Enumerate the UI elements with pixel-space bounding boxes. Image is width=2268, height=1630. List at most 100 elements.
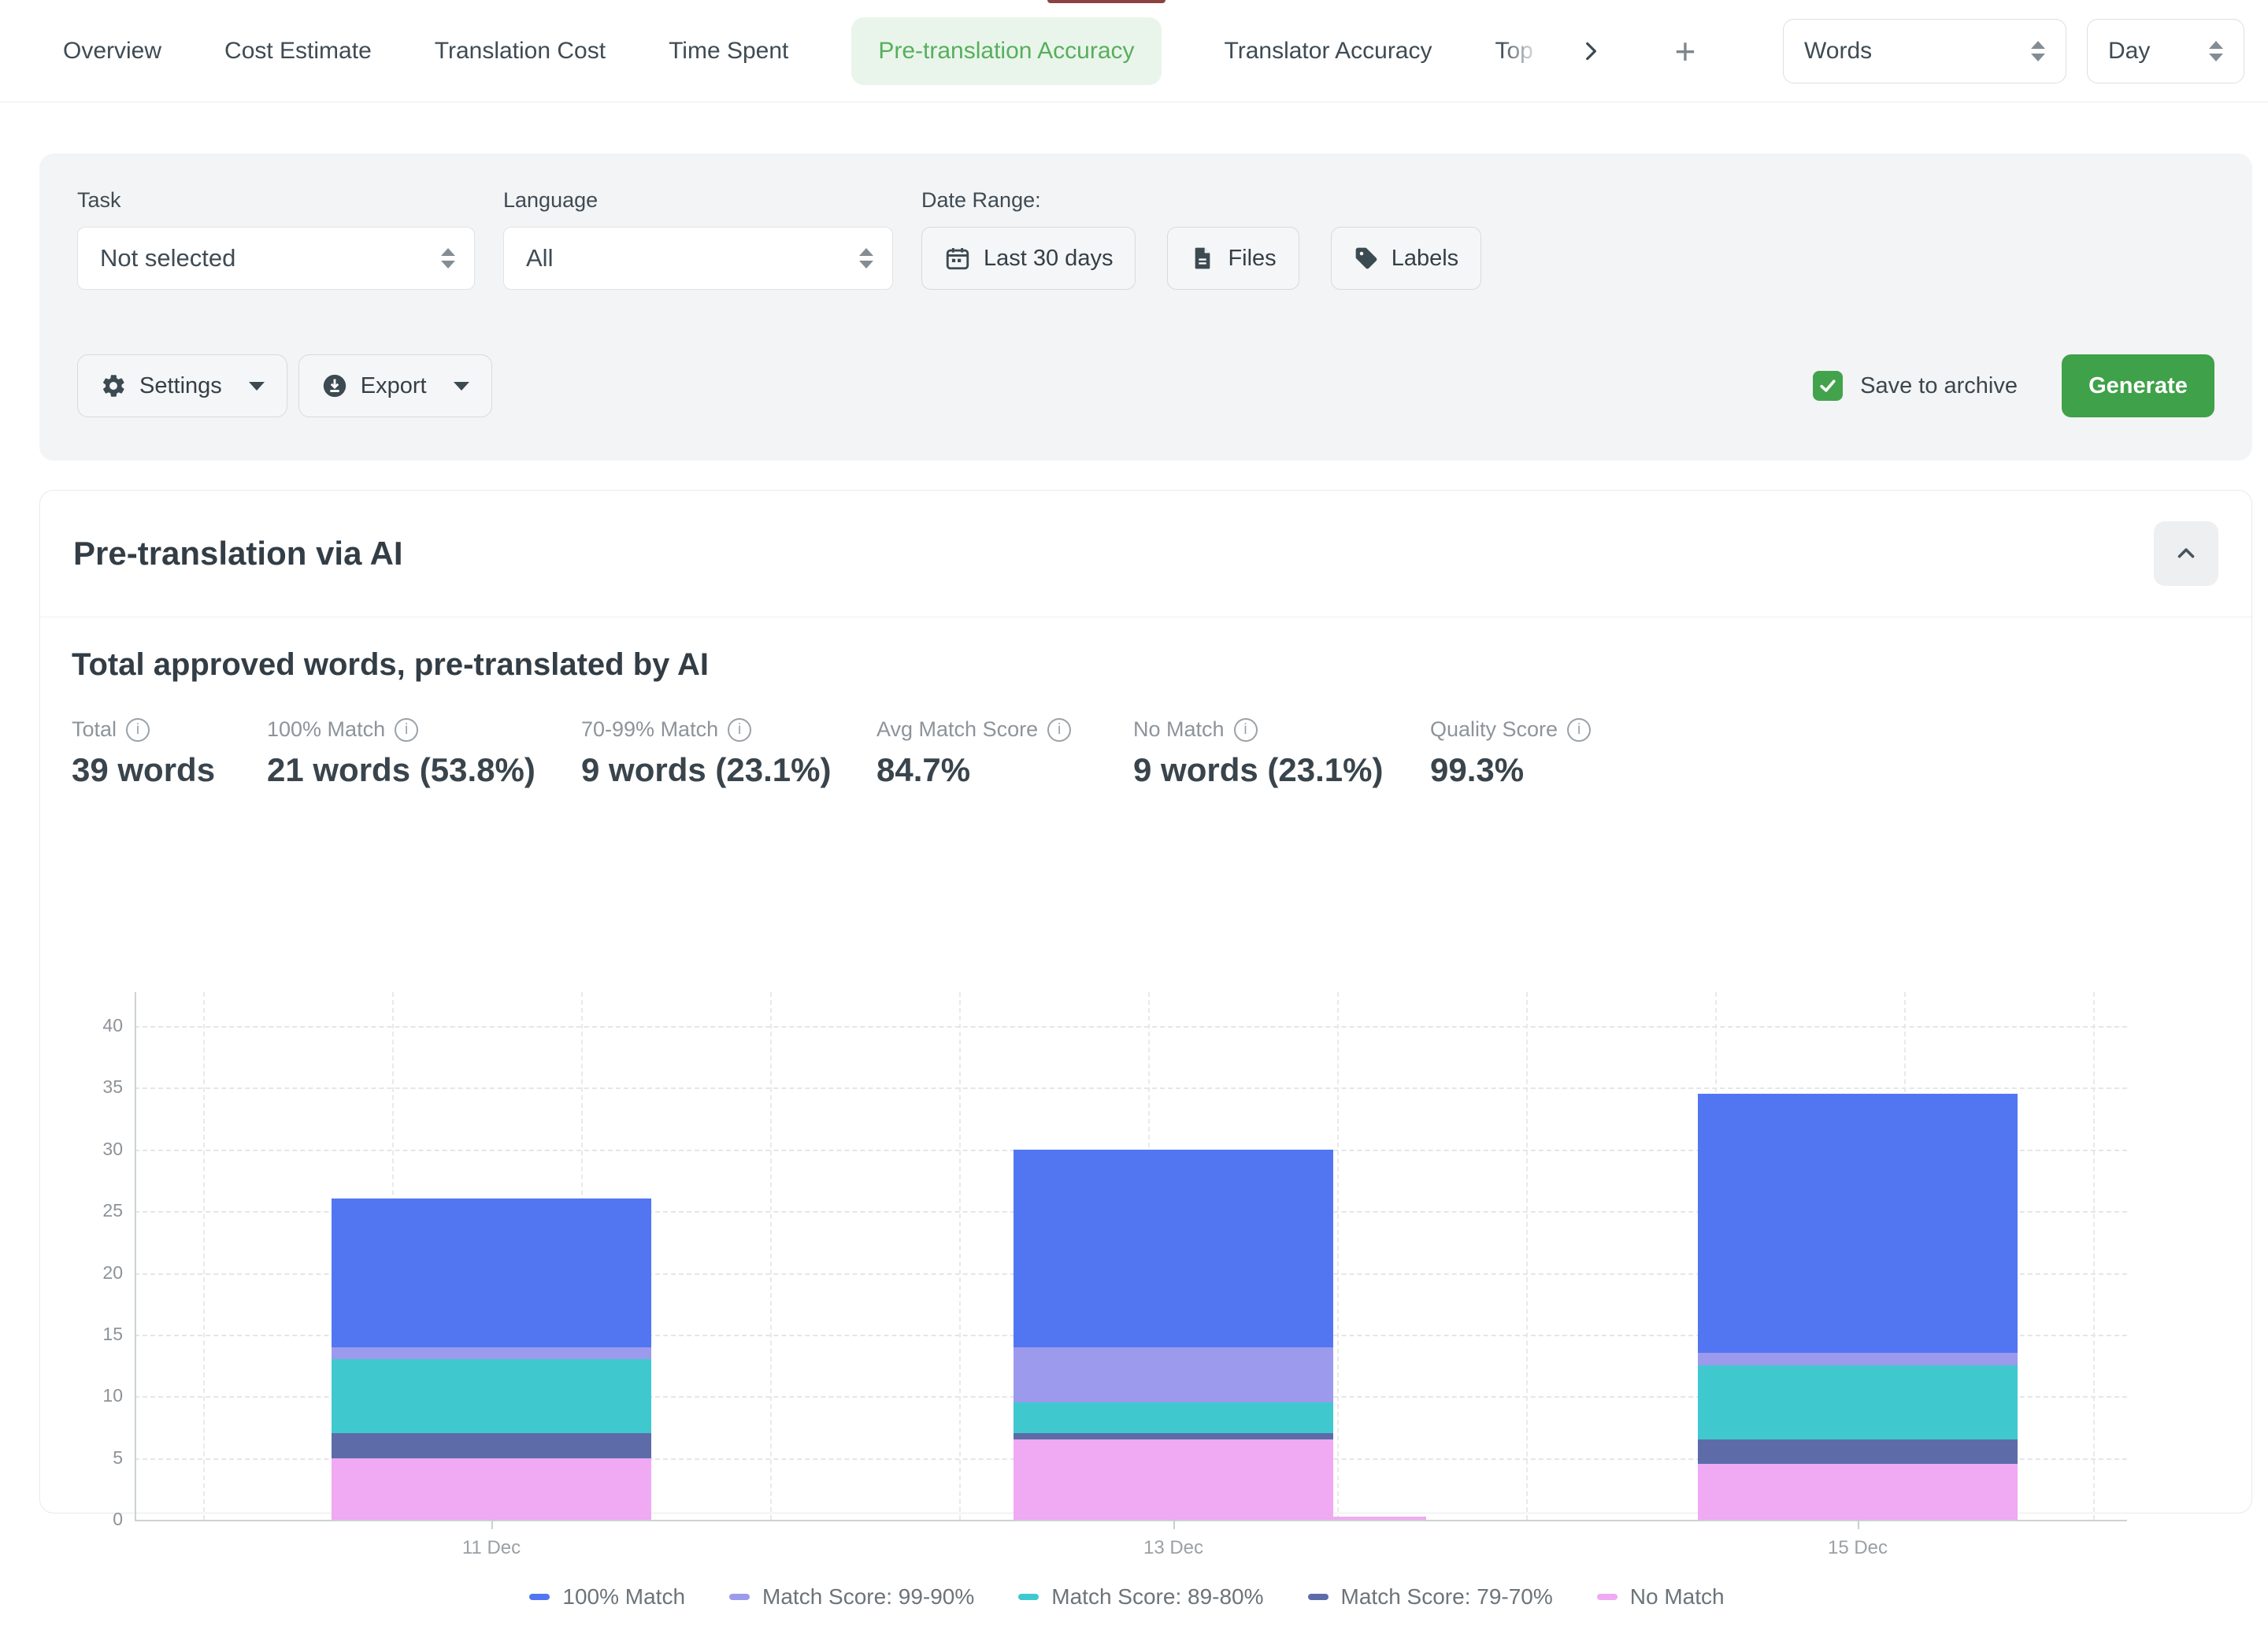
legend-label: Match Score: 79-70%: [1341, 1584, 1553, 1610]
add-tab-button[interactable]: +: [1675, 33, 1696, 69]
language-filter-group: Language All: [503, 188, 893, 290]
stat-value: 9 words (23.1%): [1133, 751, 1383, 789]
task-label: Task: [77, 188, 475, 213]
card-header: Pre-translation via AI: [40, 491, 2251, 617]
stat-value: 99.3%: [1430, 751, 1591, 789]
task-select-value: Not selected: [100, 244, 235, 272]
stat-label: 100% Matchi: [267, 717, 536, 742]
legend-item-match-score-89-80-[interactable]: Match Score: 89-80%: [1018, 1584, 1263, 1610]
info-icon[interactable]: i: [1567, 718, 1591, 742]
caret-down-icon: [249, 382, 265, 391]
legend-marker-icon: [1308, 1594, 1329, 1600]
bar-segment-100-match[interactable]: [332, 1198, 651, 1347]
stat-avg-match-score: Avg Match Scorei84.7%: [876, 717, 1071, 789]
unit-select[interactable]: Words: [1783, 19, 2066, 83]
legend-item-match-score-79-70-[interactable]: Match Score: 79-70%: [1308, 1584, 1553, 1610]
bar-segment-match-score-89-80-[interactable]: [1014, 1402, 1333, 1433]
bar-segment-no-match[interactable]: [1698, 1464, 2018, 1520]
files-button[interactable]: Files: [1167, 227, 1299, 290]
unit-select-value: Words: [1804, 38, 1872, 65]
files-button-label: Files: [1228, 246, 1276, 272]
collapse-button[interactable]: [2154, 521, 2218, 586]
settings-button-label: Settings: [139, 373, 222, 399]
top-tab-bar: Overview Cost Estimate Translation Cost Tim…: [0, 0, 2268, 102]
info-icon[interactable]: i: [395, 718, 418, 742]
language-select-value: All: [526, 244, 553, 272]
info-icon[interactable]: i: [728, 718, 751, 742]
save-to-archive-checkbox[interactable]: [1813, 371, 1843, 401]
tab-cost-estimate[interactable]: Cost Estimate: [224, 38, 372, 65]
legend-marker-icon: [1018, 1594, 1039, 1600]
stat-value: 9 words (23.1%): [581, 751, 831, 789]
bar-segment-match-score-89-80-[interactable]: [1698, 1365, 2018, 1439]
legend-label: 100% Match: [562, 1584, 685, 1610]
legend-item-match-score-99-90-[interactable]: Match Score: 99-90%: [729, 1584, 974, 1610]
legend-item-100-match[interactable]: 100% Match: [529, 1584, 685, 1610]
tab-translator-accuracy[interactable]: Translator Accuracy: [1225, 38, 1432, 65]
select-arrows-icon: [2209, 41, 2223, 61]
stat-label: Quality Scorei: [1430, 717, 1591, 742]
y-axis-line: [135, 992, 136, 1520]
bar-segment-match-score-99-90-[interactable]: [1014, 1347, 1333, 1403]
settings-button[interactable]: Settings: [77, 354, 287, 417]
bar-segment-no-match[interactable]: [332, 1458, 651, 1520]
bar-segment-100-match[interactable]: [1698, 1094, 2018, 1353]
tab-top[interactable]: Top: [1495, 38, 1544, 65]
period-select[interactable]: Day: [2087, 19, 2244, 83]
gridline-horizontal: [135, 1026, 2127, 1028]
tabs-overflow-chevron[interactable]: [1579, 39, 1603, 63]
stat-value: 39 words: [72, 751, 215, 789]
legend-item-no-match[interactable]: No Match: [1597, 1584, 1725, 1610]
tab-time-spent[interactable]: Time Spent: [669, 38, 788, 65]
generate-button[interactable]: Generate: [2062, 354, 2214, 417]
y-axis-tick-label: 0: [56, 1509, 123, 1530]
info-icon[interactable]: i: [1047, 718, 1071, 742]
tab-translation-cost[interactable]: Translation Cost: [435, 38, 606, 65]
legend-marker-icon: [529, 1594, 550, 1600]
tab-overview[interactable]: Overview: [63, 38, 161, 65]
bar-segment-match-score-89-80-[interactable]: [332, 1359, 651, 1433]
bar-segment-100-match[interactable]: [1014, 1150, 1333, 1347]
save-to-archive-label: Save to archive: [1860, 373, 2018, 399]
date-range-value: Last 30 days: [984, 246, 1113, 272]
top-edge-artifact: [1047, 0, 1166, 3]
gridline-vertical: [770, 992, 772, 1520]
report-tabs: Overview Cost Estimate Translation Cost Tim…: [63, 17, 1544, 85]
bar-segment-match-score-79-70-[interactable]: [332, 1433, 651, 1458]
language-label: Language: [503, 188, 893, 213]
task-select[interactable]: Not selected: [77, 227, 475, 290]
legend-label: Match Score: 89-80%: [1051, 1584, 1263, 1610]
legend-marker-icon: [1597, 1594, 1618, 1600]
stat-label: No Matchi: [1133, 717, 1383, 742]
bar-segment-no-match[interactable]: [1014, 1439, 1333, 1520]
legend-label: Match Score: 99-90%: [762, 1584, 974, 1610]
section-heading: Total approved words, pre-translated by …: [72, 647, 2220, 683]
bar-segment-match-score-99-90-[interactable]: [332, 1347, 651, 1360]
legend-label: No Match: [1630, 1584, 1725, 1610]
select-arrows-icon: [859, 248, 873, 269]
y-axis-tick-label: 25: [56, 1200, 123, 1221]
bar-segment-match-score-99-90-[interactable]: [1698, 1353, 2018, 1365]
file-icon: [1190, 246, 1215, 271]
y-axis-tick-label: 10: [56, 1385, 123, 1406]
language-select[interactable]: All: [503, 227, 893, 290]
download-icon: [321, 372, 348, 399]
bar-segment-match-score-79-70-[interactable]: [1698, 1439, 2018, 1464]
labels-button[interactable]: Labels: [1331, 227, 1481, 290]
bar-segment-match-score-79-70-[interactable]: [1014, 1433, 1333, 1439]
info-icon[interactable]: i: [126, 718, 150, 742]
stat-label: 70-99% Matchi: [581, 717, 831, 742]
date-range-group: Date Range: Last 30 days: [921, 188, 1481, 290]
tab-pre-translation-accuracy[interactable]: Pre-translation Accuracy: [851, 17, 1161, 85]
caret-down-icon: [454, 382, 469, 391]
gridline-vertical: [2093, 992, 2095, 1520]
pre-translation-card: Pre-translation via AI Total approved wo…: [39, 490, 2252, 1513]
top-selects: Words Day: [1783, 19, 2244, 83]
card-title: Pre-translation via AI: [73, 535, 403, 572]
export-button[interactable]: Export: [298, 354, 492, 417]
export-button-label: Export: [361, 373, 427, 399]
stat-100-match: 100% Matchi21 words (53.8%): [267, 717, 536, 789]
stat-value: 84.7%: [876, 751, 1071, 789]
info-icon[interactable]: i: [1234, 718, 1258, 742]
date-range-button[interactable]: Last 30 days: [921, 227, 1136, 290]
